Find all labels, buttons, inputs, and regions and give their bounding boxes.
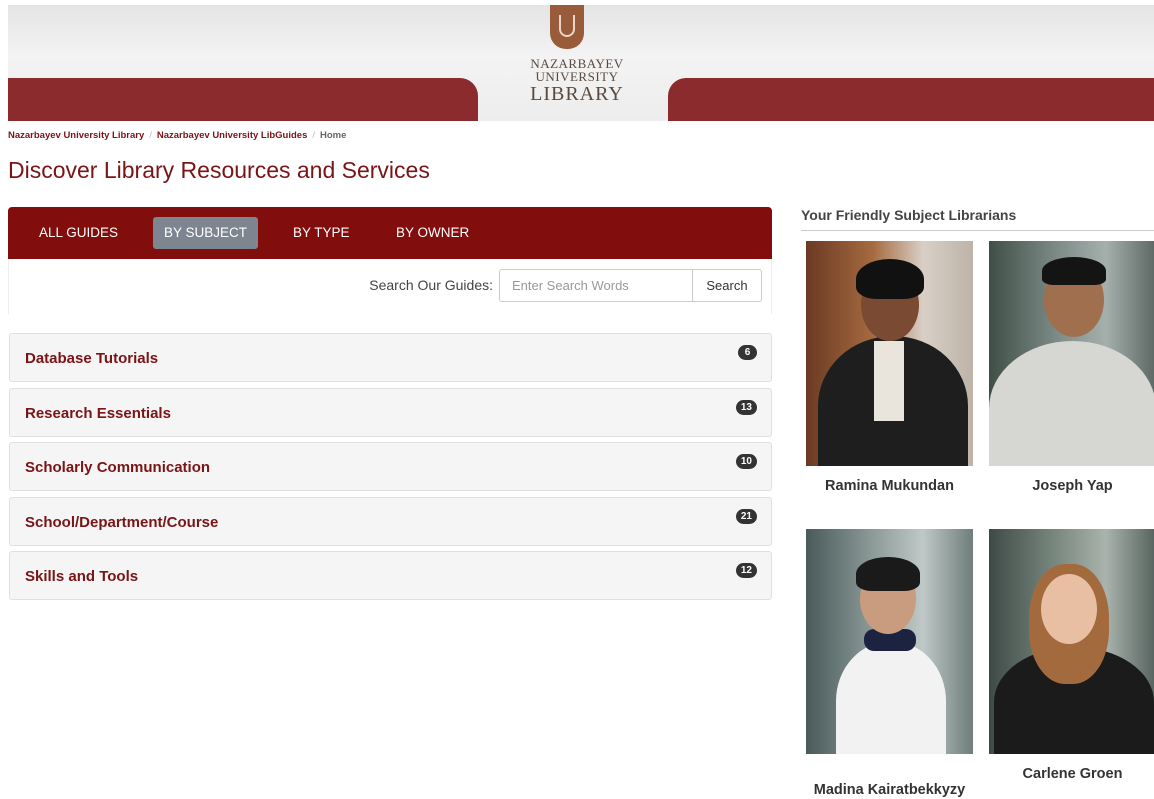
subject-title: Research Essentials: [25, 404, 171, 422]
subject-title: Skills and Tools: [25, 568, 139, 585]
librarian-photo-madina[interactable]: [806, 529, 973, 754]
subject-item-school-department-course[interactable]: School/Department/Course 21: [9, 496, 772, 546]
page-title: Discover Library Resources and Services: [8, 157, 430, 183]
librarian-photo-joseph[interactable]: [989, 241, 1154, 466]
tab-by-type[interactable]: BY TYPE: [282, 217, 361, 249]
banner-red-band-right: [668, 78, 1154, 121]
subject-item-skills-and-tools[interactable]: Skills and Tools 12: [9, 551, 772, 600]
subject-title: Database Tutorials: [25, 350, 159, 367]
banner-red-band-left: [8, 78, 478, 121]
librarian-name[interactable]: Ramina Mukundan: [806, 478, 973, 494]
divider: [801, 230, 1154, 231]
librarian-name[interactable]: Joseph Yap: [989, 478, 1154, 494]
search-button[interactable]: Search: [692, 269, 762, 302]
library-logo-text[interactable]: NAZARBAYEV UNIVERSITY LIBRARY: [512, 57, 642, 104]
subject-item-scholarly-communication[interactable]: Scholarly Communication 10: [9, 442, 772, 491]
subject-title: School/Department/Course: [25, 513, 219, 531]
librarian-name[interactable]: Madina Kairatbekkyzy: [806, 782, 973, 798]
librarian-photo-carlene[interactable]: [989, 529, 1154, 754]
librarian-name[interactable]: Carlene Groen: [989, 766, 1154, 782]
subject-item-research-essentials[interactable]: Research Essentials 13: [9, 387, 772, 437]
guide-tabs: ALL GUIDES BY SUBJECT BY TYPE BY OWNER: [8, 207, 772, 259]
subject-title: Scholarly Communication: [25, 459, 211, 476]
breadcrumb-current: Home: [320, 130, 347, 141]
search-label: Search Our Guides:: [369, 277, 493, 293]
library-logo-icon[interactable]: [550, 5, 584, 49]
logo-line-3: LIBRARY: [530, 83, 624, 105]
tab-all-guides[interactable]: ALL GUIDES: [28, 217, 129, 249]
breadcrumb: Nazarbayev University Library / Nazarbayev…: [8, 130, 347, 141]
breadcrumb-link-library[interactable]: Nazarbayev University Library: [8, 130, 144, 141]
tab-by-subject[interactable]: BY SUBJECT: [153, 217, 259, 249]
breadcrumb-link-libguides[interactable]: Nazarbayev University LibGuides: [157, 130, 307, 141]
count-badge: 13: [735, 399, 757, 415]
subject-list: Database Tutorials 6 Research Essentials…: [9, 333, 772, 606]
site-header-banner: NAZARBAYEV UNIVERSITY LIBRARY: [8, 5, 1154, 121]
count-badge: 21: [735, 508, 757, 524]
tab-by-owner[interactable]: BY OWNER: [385, 217, 480, 249]
logo-line-2: UNIVERSITY: [535, 69, 619, 84]
search-input[interactable]: [499, 269, 693, 302]
search-panel: Search Our Guides: Search: [8, 259, 772, 314]
subject-item-database-tutorials[interactable]: Database Tutorials 6: [9, 333, 772, 382]
count-badge: 12: [735, 563, 757, 578]
count-badge: 10: [735, 454, 757, 469]
librarians-heading: Your Friendly Subject Librarians: [801, 207, 1017, 223]
librarian-photo-ramina[interactable]: [806, 241, 973, 466]
count-badge: 6: [738, 345, 757, 360]
